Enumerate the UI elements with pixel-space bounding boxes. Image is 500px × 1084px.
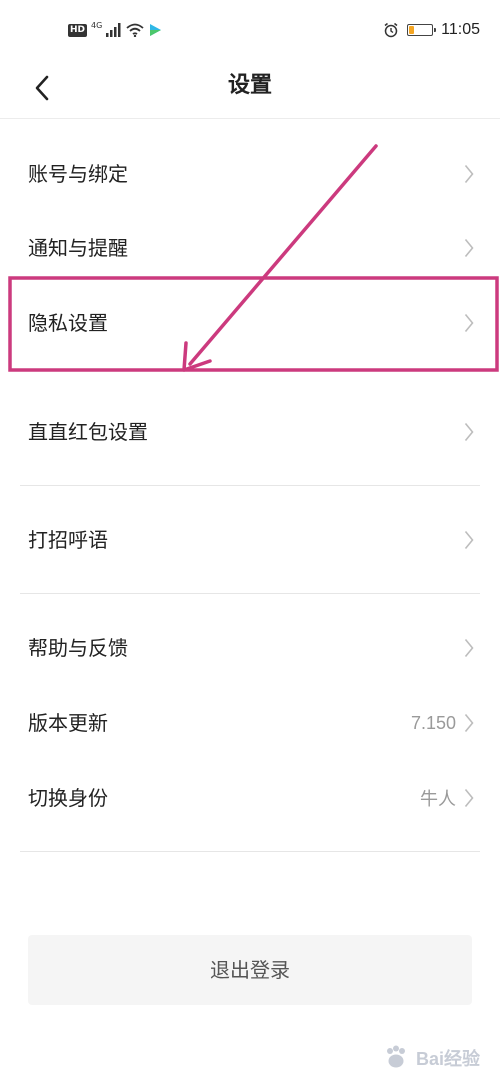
battery-icon (407, 24, 437, 36)
chevron-right-icon (464, 313, 474, 333)
battery-level-fill (409, 26, 415, 34)
menu-item-label: 通知与提醒 (28, 236, 128, 260)
menu-item-label: 切换身份 (28, 786, 108, 810)
status-icons-right: 11:05 (383, 18, 480, 42)
watermark: Bai经验 (382, 1044, 480, 1072)
chevron-right-icon (464, 638, 474, 658)
version-value: 7.150 (410, 712, 456, 733)
menu-item-label: 打招呼语 (28, 528, 108, 552)
chevron-right-icon (464, 164, 474, 184)
section-divider (20, 485, 480, 486)
menu-item-account-binding[interactable]: 账号与绑定 (0, 137, 500, 211)
chevron-left-icon (35, 75, 49, 101)
menu-item-label: 隐私设置 (28, 311, 108, 335)
status-time: 11:05 (441, 21, 480, 38)
page-title: 设置 (227, 73, 272, 98)
menu-item-help-feedback[interactable]: 帮助与反馈 (0, 611, 500, 685)
chevron-right-icon (464, 422, 474, 442)
menu-item-version-update[interactable]: 版本更新 7.150 (0, 686, 500, 760)
play-icon (150, 24, 162, 36)
chevron-right-icon (464, 238, 474, 258)
paw-logo-icon (386, 1045, 405, 1068)
watermark-text: Bai经验 (415, 1049, 480, 1069)
chevron-right-icon (464, 713, 474, 733)
section-divider (20, 851, 480, 852)
menu-item-label: 直直红包设置 (28, 420, 148, 444)
wifi-icon (126, 23, 144, 37)
status-icons-left: HD 4G (68, 20, 162, 40)
alarm-icon (384, 22, 398, 38)
menu-item-notifications[interactable]: 通知与提醒 (0, 211, 500, 285)
signal-icon (106, 23, 121, 37)
status-bar: HD 4G 11:05 (0, 0, 500, 60)
chevron-right-icon (464, 788, 474, 808)
section-divider (20, 593, 480, 594)
menu-item-greeting[interactable]: 打招呼语 (0, 503, 500, 577)
menu-item-switch-identity[interactable]: 切换身份 牛人 (0, 761, 500, 835)
menu-item-label: 账号与绑定 (28, 162, 128, 186)
menu-item-label: 帮助与反馈 (28, 636, 128, 660)
back-button[interactable] (24, 70, 60, 106)
network-type-label: 4G (91, 20, 103, 30)
menu-item-label: 版本更新 (28, 711, 108, 735)
identity-value: 牛人 (420, 789, 456, 809)
nav-bar: 设置 (0, 60, 500, 119)
menu-item-red-packet-settings[interactable]: 直直红包设置 (0, 395, 500, 469)
chevron-right-icon (464, 530, 474, 550)
menu-item-privacy-settings[interactable]: 隐私设置 (0, 286, 500, 360)
logout-button[interactable]: 退出登录 (28, 935, 472, 1005)
hd-badge: HD (68, 23, 88, 37)
